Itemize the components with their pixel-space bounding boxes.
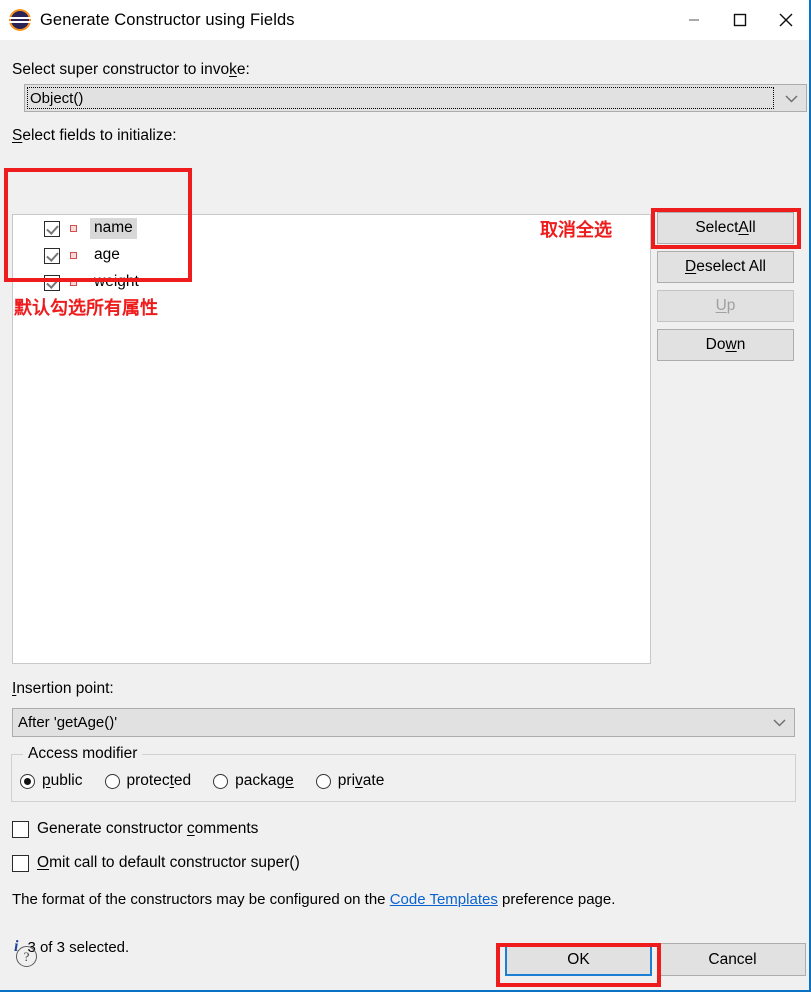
- title-bar: Generate Constructor using Fields: [0, 0, 809, 40]
- radio-private-before: pri: [337, 772, 356, 789]
- down-label-after: n: [736, 336, 746, 353]
- generate-comments-before: Generate constructor: [37, 820, 187, 837]
- list-item[interactable]: weight: [13, 269, 650, 296]
- deselect-all-label-after: eselect All: [696, 258, 766, 275]
- super-constructor-combo[interactable]: Object(): [24, 84, 807, 112]
- generate-comments-checkbox[interactable]: [12, 820, 29, 838]
- radio-protected[interactable]: protected: [104, 772, 192, 790]
- field-name: name: [90, 218, 137, 239]
- up-button: Up: [657, 290, 794, 322]
- format-note-after: preference page.: [497, 891, 616, 908]
- up-label-after: p: [726, 297, 736, 314]
- radio-private-indicator[interactable]: [315, 773, 331, 789]
- generate-comments-option[interactable]: Generate constructor comments: [12, 820, 258, 838]
- annotation-text-deselect: 取消全选: [540, 220, 612, 241]
- omit-super-checkbox[interactable]: [12, 854, 29, 872]
- fields-label-mnemonic: S: [12, 127, 23, 144]
- list-item[interactable]: age: [13, 242, 650, 269]
- private-field-icon: [70, 279, 77, 286]
- cancel-button[interactable]: Cancel: [659, 943, 806, 976]
- field-name: age: [94, 246, 120, 264]
- access-modifier-radios: public protected package private: [20, 772, 406, 790]
- window-title: Generate Constructor using Fields: [40, 10, 295, 29]
- fields-label-text: elect fields to initialize:: [22, 127, 177, 144]
- minimize-icon[interactable]: [671, 0, 717, 40]
- radio-protected-after: ed: [173, 772, 192, 789]
- generate-comments-label: Generate constructor comments: [37, 820, 258, 838]
- list-action-buttons: Select All Deselect All Up Do w n: [657, 212, 794, 368]
- radio-package-mnemonic: e: [285, 772, 294, 789]
- field-checkbox[interactable]: [44, 274, 60, 291]
- super-constructor-label-text: Select super constructor to invo: [12, 61, 230, 78]
- window-controls: [671, 0, 809, 40]
- radio-private-label: private: [338, 772, 385, 790]
- radio-package-before: packag: [235, 772, 286, 789]
- select-all-mnemonic: A: [738, 219, 749, 236]
- radio-package-indicator[interactable]: [213, 773, 229, 789]
- insertion-point-label-text: nsertion point:: [16, 680, 114, 697]
- super-constructor-label: Select super constructor to invoke:: [12, 62, 250, 78]
- generate-comments-after: omments: [194, 820, 259, 837]
- select-all-label-after: ll: [748, 219, 756, 236]
- ok-button[interactable]: OK: [505, 943, 652, 976]
- code-templates-link[interactable]: Code Templates: [390, 891, 498, 908]
- omit-super-option[interactable]: Omit call to default constructor super(): [12, 854, 300, 872]
- radio-public-mnemonic: p: [42, 772, 51, 789]
- help-icon[interactable]: ?: [16, 946, 37, 967]
- field-checkbox[interactable]: [44, 247, 60, 264]
- radio-protected-label: protected: [127, 772, 192, 790]
- down-label-before: Do: [705, 336, 726, 353]
- deselect-all-mnemonic: D: [685, 258, 697, 275]
- insertion-point-label: Insertion point:: [12, 681, 114, 697]
- chevron-down-icon[interactable]: [764, 718, 794, 727]
- insertion-point-value: After 'getAge()': [18, 714, 118, 731]
- radio-public[interactable]: public: [20, 772, 83, 790]
- radio-protected-indicator[interactable]: [104, 773, 120, 789]
- deselect-all-button[interactable]: Deselect All: [657, 251, 794, 283]
- radio-protected-before: protec: [126, 772, 170, 789]
- generate-constructor-dialog: Generate Constructor using Fields Select…: [0, 0, 811, 992]
- close-icon[interactable]: [763, 0, 809, 40]
- chevron-down-icon[interactable]: [776, 94, 806, 103]
- annotation-text-fields: 默认勾选所有属性: [14, 298, 158, 319]
- radio-private-after: ate: [362, 772, 385, 789]
- up-mnemonic: U: [715, 297, 727, 314]
- dialog-body: Select super constructor to invoke: Obje…: [0, 40, 809, 990]
- omit-super-label: Omit call to default constructor super(): [37, 854, 300, 872]
- omit-super-after: mit call to default constructor super(): [49, 854, 300, 871]
- private-field-icon: [70, 252, 77, 259]
- radio-public-after: ublic: [50, 772, 83, 789]
- access-modifier-group: Access modifier public protected package…: [11, 745, 796, 802]
- eclipse-icon: [9, 9, 31, 31]
- radio-public-indicator[interactable]: [20, 773, 35, 789]
- field-name: weight: [94, 273, 139, 291]
- fields-list[interactable]: name age weight: [12, 214, 651, 664]
- format-note-before: The format of the constructors may be co…: [12, 891, 390, 908]
- insertion-point-combo[interactable]: After 'getAge()': [12, 708, 795, 737]
- radio-private[interactable]: private: [315, 772, 385, 790]
- select-all-button[interactable]: Select All: [657, 212, 794, 244]
- format-note: The format of the constructors may be co…: [12, 891, 615, 908]
- radio-public-label: public: [42, 772, 83, 790]
- fields-label: Select fields to initialize:: [12, 128, 177, 144]
- generate-comments-mnemonic: c: [186, 820, 195, 837]
- dialog-footer: ? OK Cancel: [0, 928, 809, 990]
- radio-package-label: package: [235, 772, 294, 790]
- access-modifier-title: Access modifier: [23, 745, 143, 763]
- private-field-icon: [70, 225, 77, 232]
- super-constructor-label-mnemonic: k: [229, 61, 237, 78]
- radio-package[interactable]: package: [213, 772, 294, 790]
- super-constructor-value: Object(): [30, 89, 84, 107]
- radio-private-mnemonic: v: [355, 772, 363, 789]
- down-mnemonic: w: [725, 336, 737, 353]
- field-checkbox[interactable]: [44, 220, 60, 237]
- maximize-icon[interactable]: [717, 0, 763, 40]
- omit-super-mnemonic: O: [37, 854, 50, 871]
- super-constructor-label-tail: e:: [236, 61, 250, 78]
- down-button[interactable]: Do w n: [657, 329, 794, 361]
- select-all-label-before: Select: [695, 219, 739, 236]
